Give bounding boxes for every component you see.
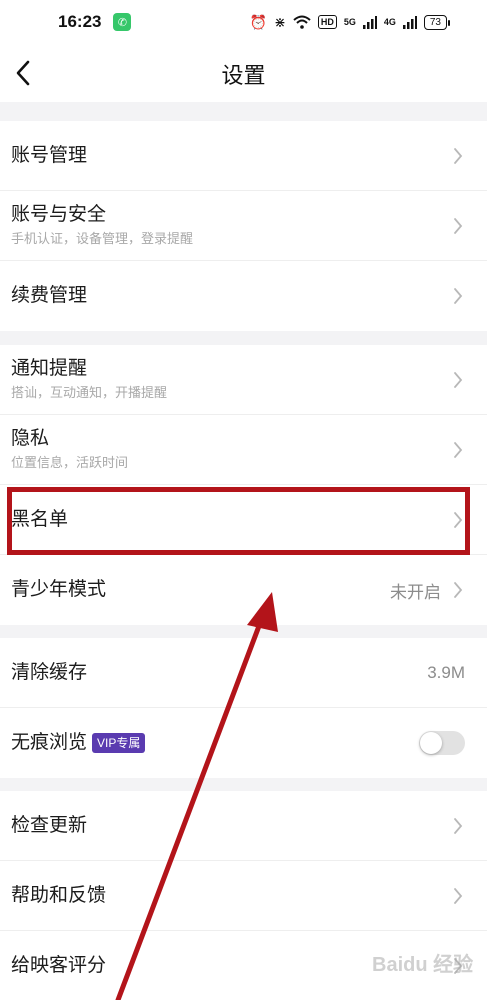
row-teen-mode[interactable]: 青少年模式 未开启 <box>0 555 487 625</box>
row-title: 青少年模式 <box>11 579 107 600</box>
row-title: 续费管理 <box>11 285 88 306</box>
row-title: 账号与安全 <box>11 204 107 225</box>
chevron-right-icon <box>451 955 465 977</box>
row-title: 黑名单 <box>11 508 69 530</box>
row-help-feedback[interactable]: 帮助和反馈 <box>0 861 487 931</box>
row-rate-app[interactable]: 给映客评分 <box>0 931 487 1000</box>
chevron-right-icon <box>451 439 465 461</box>
chevron-right-icon <box>451 815 465 837</box>
row-renewal-management[interactable]: 续费管理 <box>0 261 487 331</box>
battery-indicator: 73 <box>423 14 451 30</box>
row-notifications[interactable]: 通知提醒 搭讪，互动通知，开播提醒 <box>0 345 487 415</box>
signal-strength-icon <box>362 15 377 29</box>
row-privacy[interactable]: 隐私 位置信息，活跃时间 <box>0 415 487 485</box>
network-type-badge: HD <box>317 15 337 29</box>
row-title: 通知提醒 <box>11 358 88 379</box>
row-account-management[interactable]: 账号管理 <box>0 121 487 191</box>
chevron-right-icon <box>451 369 465 391</box>
row-account-security[interactable]: 账号与安全 手机认证，设备管理，登录提醒 <box>0 191 487 261</box>
signal-4g-label: 4G <box>383 17 396 27</box>
row-title: 给映客评分 <box>11 955 107 976</box>
row-subtitle: 位置信息，活跃时间 <box>11 455 129 470</box>
vip-badge: VIP专属 <box>92 732 146 753</box>
settings-group-about: 检查更新 帮助和反馈 给映客评分 <box>0 791 487 1000</box>
settings-group-storage: 清除缓存 3.9M 无痕浏览 VIP专属 <box>0 638 487 778</box>
row-title: 隐私 <box>11 428 50 449</box>
settings-group-privacy: 通知提醒 搭讪，互动通知，开播提醒 隐私 位置信息，活跃时间 黑名单 青少年模式… <box>0 345 487 625</box>
status-icons: ⏰ ⋇ HD 5G 4G 73 <box>249 14 451 30</box>
row-check-update[interactable]: 检查更新 <box>0 791 487 861</box>
chevron-right-icon <box>451 215 465 237</box>
status-bar: 16:23 ✆ ⏰ ⋇ HD 5G 4G 73 <box>0 0 487 44</box>
page-title: 设置 <box>221 63 266 88</box>
phone-call-icon: ✆ <box>113 13 132 31</box>
chevron-right-icon <box>451 145 465 167</box>
row-subtitle: 搭讪，互动通知，开播提醒 <box>11 385 168 400</box>
chevron-right-icon <box>451 509 465 531</box>
teen-mode-status: 未开启 <box>390 582 441 602</box>
chevron-right-icon <box>451 885 465 907</box>
row-clear-cache[interactable]: 清除缓存 3.9M <box>0 638 487 708</box>
row-title: 帮助和反馈 <box>11 884 107 906</box>
row-title: 清除缓存 <box>11 661 88 683</box>
row-title: 账号管理 <box>11 144 88 166</box>
nav-bar: 设置 <box>0 44 487 102</box>
cache-size: 3.9M <box>427 662 465 682</box>
row-incognito-browsing: 无痕浏览 VIP专属 <box>0 708 487 778</box>
signal-5g-label: 5G <box>343 17 356 27</box>
signal-strength-icon-2 <box>402 15 417 29</box>
row-title: 检查更新 <box>11 814 88 836</box>
row-title: 无痕浏览 <box>11 732 88 753</box>
row-blacklist[interactable]: 黑名单 <box>0 485 487 555</box>
alarm-icon: ⏰ <box>249 14 268 30</box>
chevron-right-icon <box>451 579 465 601</box>
status-time: 16:23 <box>58 12 102 31</box>
wifi-icon <box>293 15 311 29</box>
settings-group-account: 账号管理 账号与安全 手机认证，设备管理，登录提醒 续费管理 <box>0 121 487 331</box>
toggle-knob <box>420 732 442 754</box>
chevron-right-icon <box>451 285 465 307</box>
incognito-toggle[interactable] <box>419 731 465 755</box>
bluetooth-icon: ⋇ <box>274 14 286 30</box>
row-subtitle: 手机认证，设备管理，登录提醒 <box>11 231 194 246</box>
